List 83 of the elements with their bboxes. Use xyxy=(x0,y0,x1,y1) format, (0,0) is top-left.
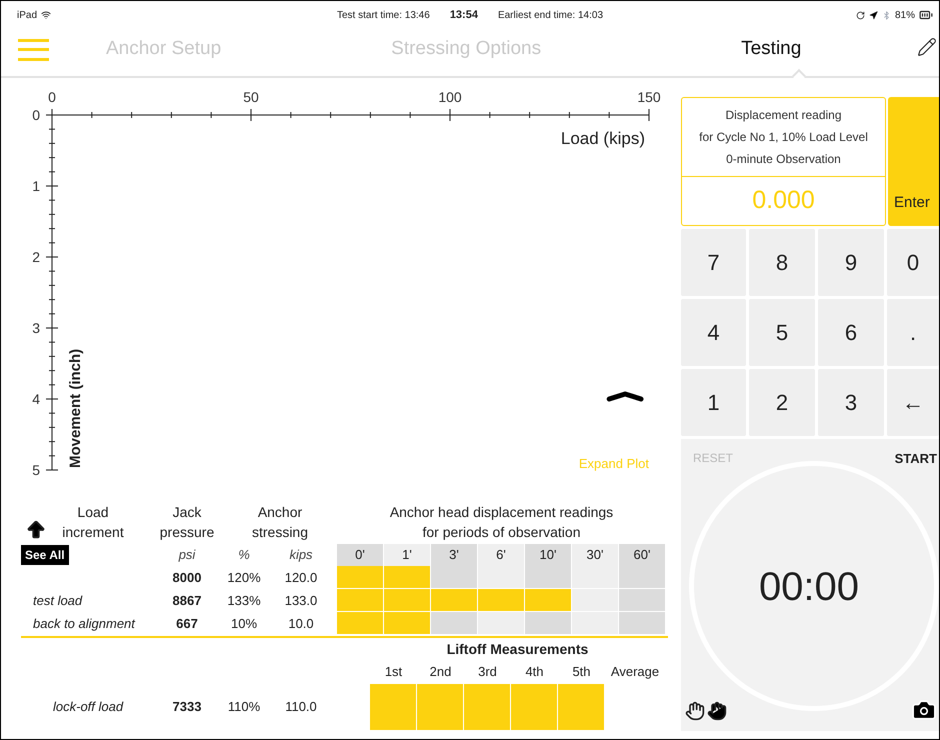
period-header: 0' xyxy=(337,544,384,566)
y-tick-label: 1 xyxy=(32,178,40,194)
see-all-button[interactable]: See All xyxy=(21,545,69,565)
liftoff-column-header: 3rd xyxy=(477,663,498,681)
wifi-icon xyxy=(41,10,52,20)
keypad-key[interactable]: 4 xyxy=(681,299,746,366)
x-tick-label: 100 xyxy=(438,89,462,105)
x-tick-label: 0 xyxy=(48,89,56,105)
unit-label: % xyxy=(237,546,251,564)
nav-tab[interactable]: Testing xyxy=(741,35,802,64)
period-header: 6' xyxy=(478,544,525,566)
keypad-key[interactable]: 8 xyxy=(749,229,815,296)
liftoff-column-header: 1st xyxy=(384,663,404,681)
start-button[interactable]: START xyxy=(894,449,937,468)
row-label: lock-off load xyxy=(53,698,124,716)
keypad-key[interactable]: 6 xyxy=(818,299,884,366)
y-tick-label: 2 xyxy=(32,249,40,265)
table-cell-text: 110% xyxy=(226,698,262,716)
y-tick-label: 3 xyxy=(32,320,40,336)
hand-outline-icon[interactable] xyxy=(685,701,705,721)
table-cell-text: 10% xyxy=(230,615,258,633)
earliest-end-time: Earliest end time: 14:03 xyxy=(498,8,604,22)
table-cell-text: 120% xyxy=(226,569,262,587)
column-header: Jack pressure xyxy=(158,503,216,542)
location-icon xyxy=(868,10,878,20)
keypad-key[interactable]: 2 xyxy=(749,369,815,436)
entry-prompt-line: for Cycle No 1, 10% Load Level xyxy=(699,129,868,146)
liftoff-column-header: 5th xyxy=(571,663,592,681)
hand-icon[interactable] xyxy=(707,701,727,721)
unit-label: psi xyxy=(178,546,196,564)
period-header: 30' xyxy=(572,544,619,566)
period-header: 10' xyxy=(525,544,572,566)
period-header: 3' xyxy=(431,544,478,566)
pencil-icon[interactable] xyxy=(917,37,937,57)
battery-percent: 81% xyxy=(894,8,915,22)
table-cell-text: 133% xyxy=(226,592,262,610)
section-title: Liftoff Measurements xyxy=(446,640,588,659)
y-tick-label: 5 xyxy=(32,462,40,478)
clock: 13:54 xyxy=(450,8,478,23)
entry-prompt-line: 0-minute Observation xyxy=(726,151,841,168)
arrow-up-icon xyxy=(25,519,47,541)
table-cell-text: 667 xyxy=(175,615,199,633)
keypad-key[interactable]: 1 xyxy=(681,369,746,436)
y-tick-label: 4 xyxy=(32,391,40,407)
unit-label: kips xyxy=(288,546,314,564)
liftoff-column-header: 4th xyxy=(524,663,545,681)
table-cell-text: 10.0 xyxy=(287,615,315,633)
period-header: 1' xyxy=(384,544,431,566)
enter-button[interactable]: Enter xyxy=(888,97,939,226)
keypad-key[interactable]: 0 xyxy=(887,229,939,296)
x-axis-label: Load (kips) xyxy=(560,129,645,148)
table-cell-text: 110.0 xyxy=(284,698,318,716)
y-tick-label: 0 xyxy=(32,107,40,123)
x-tick-label: 150 xyxy=(637,89,661,105)
column-header: Load increment xyxy=(61,503,125,542)
column-header: Anchor stressing xyxy=(250,503,310,542)
keypad-key[interactable]: 9 xyxy=(818,229,884,296)
battery-icon xyxy=(919,8,933,22)
table-cell-text: 133.0 xyxy=(284,592,318,610)
timer-display: 00:00 xyxy=(758,564,860,611)
period-header: 60' xyxy=(619,544,666,566)
entry-prompt-line: Displacement reading xyxy=(725,107,842,124)
row-label: back to alignment xyxy=(33,614,135,633)
column-header: Anchor head displacement readings for periods of observation xyxy=(388,503,614,542)
keypad-key[interactable]: 7 xyxy=(681,229,746,296)
table-cell-text: 120.0 xyxy=(284,569,318,587)
liftoff-column-header: 2nd xyxy=(428,663,452,681)
test-start-time: Test start time: 13:46 xyxy=(336,8,430,22)
table-cell-text: 8000 xyxy=(172,569,202,587)
table-cell-text: 7333 xyxy=(172,698,202,716)
device-name: iPad xyxy=(17,8,38,22)
keypad-key[interactable]: 3 xyxy=(818,369,884,436)
liftoff-column-header: Average xyxy=(610,663,660,681)
y-axis-label: Movement (inch) xyxy=(67,348,84,468)
rotate-icon xyxy=(856,10,865,20)
data-line xyxy=(606,392,644,402)
keypad-key[interactable]: ← xyxy=(887,369,939,436)
bluetooth-icon xyxy=(882,10,891,20)
x-tick-label: 50 xyxy=(243,89,259,105)
table-cell-text: 8867 xyxy=(172,592,202,610)
keypad-key[interactable]: . xyxy=(887,299,939,366)
keypad-key[interactable]: 5 xyxy=(749,299,815,366)
row-label: test load xyxy=(33,592,82,610)
